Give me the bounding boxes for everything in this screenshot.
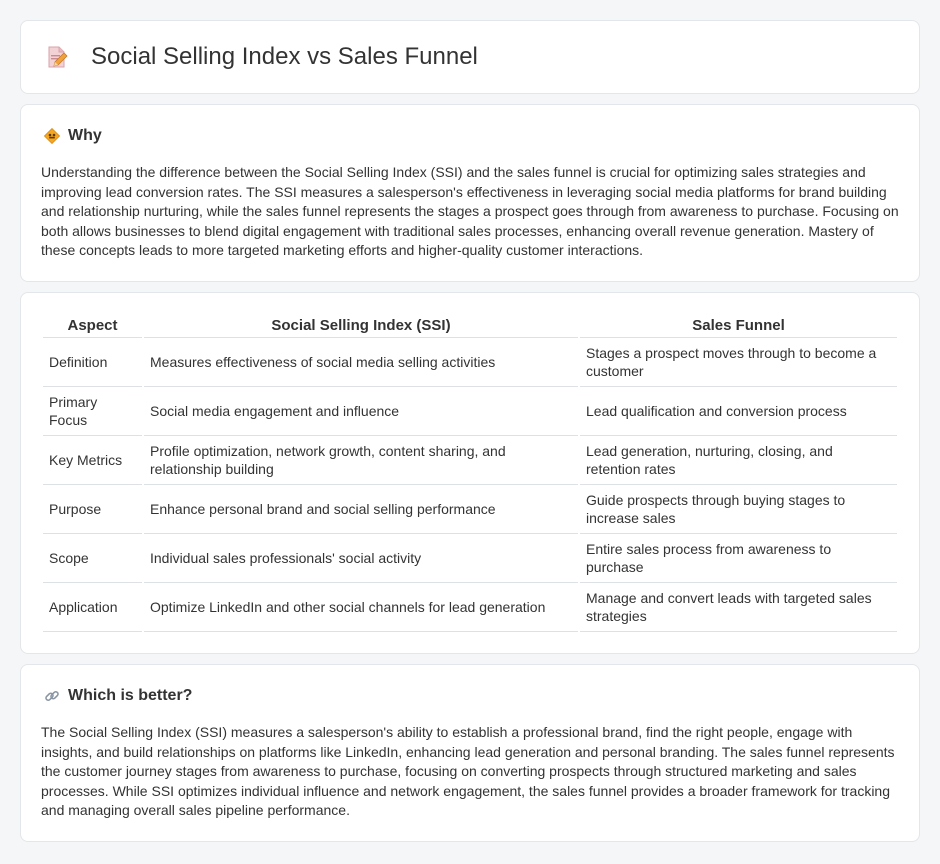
header-aspect: Aspect [43, 313, 142, 338]
document-pencil-icon [48, 46, 68, 68]
table-row: Scope Individual sales professionals' so… [43, 534, 897, 583]
header-card: Social Selling Index vs Sales Funnel [20, 20, 920, 94]
better-heading: Which is better? [41, 687, 899, 705]
why-section: Why Understanding the difference between… [20, 104, 920, 282]
better-text: The Social Selling Index (SSI) measures … [41, 724, 895, 819]
header-sales-funnel: Sales Funnel [580, 313, 897, 338]
cell-aspect: Application [43, 583, 142, 632]
table-row: Primary Focus Social media engagement an… [43, 387, 897, 436]
cell-aspect: Key Metrics [43, 436, 142, 485]
cell-aspect: Definition [43, 338, 142, 387]
page-title: Social Selling Index vs Sales Funnel [91, 43, 478, 70]
cell-ssi: Enhance personal brand and social sellin… [144, 485, 578, 534]
cell-aspect: Primary Focus [43, 387, 142, 436]
why-title: Why [68, 127, 102, 144]
cell-ssi: Measures effectiveness of social media s… [144, 338, 578, 387]
cell-aspect: Scope [43, 534, 142, 583]
cell-ssi: Profile optimization, network growth, co… [144, 436, 578, 485]
header-ssi: Social Selling Index (SSI) [144, 313, 578, 338]
which-is-better-section: Which is better? The Social Selling Inde… [20, 664, 920, 842]
cell-aspect: Purpose [43, 485, 142, 534]
cell-sales-funnel: Entire sales process from awareness to p… [580, 534, 897, 583]
link-icon [45, 690, 59, 702]
cell-ssi: Optimize LinkedIn and other social chann… [144, 583, 578, 632]
cell-sales-funnel: Stages a prospect moves through to becom… [580, 338, 897, 387]
cell-ssi: Individual sales professionals' social a… [144, 534, 578, 583]
comparison-section: Aspect Social Selling Index (SSI) Sales … [20, 292, 920, 654]
cell-sales-funnel: Guide prospects through buying stages to… [580, 485, 897, 534]
table-row: Purpose Enhance personal brand and socia… [43, 485, 897, 534]
table-row: Application Optimize LinkedIn and other … [43, 583, 897, 632]
table-row: Key Metrics Profile optimization, networ… [43, 436, 897, 485]
diamond-sign-icon [44, 128, 60, 144]
cell-sales-funnel: Lead qualification and conversion proces… [580, 387, 897, 436]
why-text: Understanding the difference between the… [41, 164, 899, 259]
better-title: Which is better? [68, 687, 193, 704]
cell-ssi: Social media engagement and influence [144, 387, 578, 436]
cell-sales-funnel: Lead generation, nurturing, closing, and… [580, 436, 897, 485]
why-heading: Why [41, 127, 899, 145]
cell-sales-funnel: Manage and convert leads with targeted s… [580, 583, 897, 632]
table-row: Definition Measures effectiveness of soc… [43, 338, 897, 387]
table-header-row: Aspect Social Selling Index (SSI) Sales … [43, 313, 897, 338]
comparison-table: Aspect Social Selling Index (SSI) Sales … [41, 313, 899, 632]
